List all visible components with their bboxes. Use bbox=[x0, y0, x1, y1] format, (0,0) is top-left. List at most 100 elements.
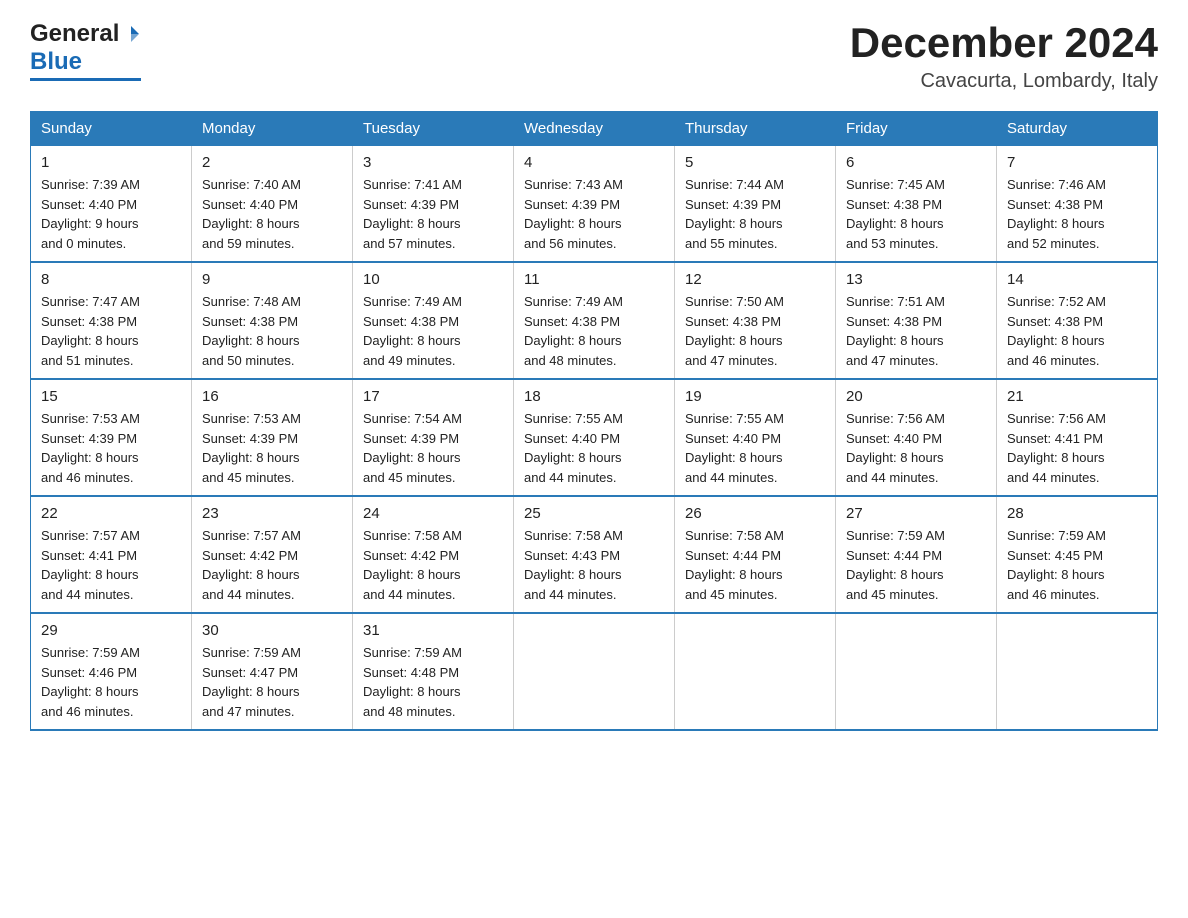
logo-wordmark: General Blue bbox=[30, 20, 141, 81]
day-number: 6 bbox=[846, 154, 986, 171]
page-header: General Blue December 2024 Cavacurta, Lo… bbox=[30, 20, 1158, 93]
day-info: Sunrise: 7:47 AMSunset: 4:38 PMDaylight:… bbox=[41, 292, 181, 370]
day-cell bbox=[675, 613, 836, 730]
calendar-header: SundayMondayTuesdayWednesdayThursdayFrid… bbox=[31, 112, 1158, 146]
day-cell: 19 Sunrise: 7:55 AMSunset: 4:40 PMDayligh… bbox=[675, 379, 836, 496]
day-cell: 22 Sunrise: 7:57 AMSunset: 4:41 PMDayligh… bbox=[31, 496, 192, 613]
header-day-sunday: Sunday bbox=[31, 112, 192, 146]
day-info: Sunrise: 7:39 AMSunset: 4:40 PMDaylight:… bbox=[41, 175, 181, 253]
day-cell: 21Sunrise: 7:56 AMSunset: 4:41 PMDayligh… bbox=[997, 379, 1158, 496]
page-subtitle: Cavacurta, Lombardy, Italy bbox=[850, 70, 1158, 93]
day-info: Sunrise: 7:40 AMSunset: 4:40 PMDaylight:… bbox=[202, 175, 342, 253]
day-info: Sunrise: 7:54 AMSunset: 4:39 PMDaylight:… bbox=[363, 409, 503, 487]
day-cell: 26Sunrise: 7:58 AMSunset: 4:44 PMDayligh… bbox=[675, 496, 836, 613]
day-number: 12 bbox=[685, 271, 825, 288]
day-cell: 16 Sunrise: 7:53 AMSunset: 4:39 PMDayligh… bbox=[192, 379, 353, 496]
day-info: Sunrise: 7:55 AMSunset: 4:40 PMDaylight:… bbox=[524, 409, 664, 487]
header-day-saturday: Saturday bbox=[997, 112, 1158, 146]
day-cell: 2 Sunrise: 7:40 AMSunset: 4:40 PMDaylight… bbox=[192, 146, 353, 263]
logo-general-word: General bbox=[30, 20, 119, 48]
day-cell: 31 Sunrise: 7:59 AMSunset: 4:48 PMDayligh… bbox=[353, 613, 514, 730]
day-number: 8 bbox=[41, 271, 181, 288]
day-number: 31 bbox=[363, 622, 503, 639]
day-info: Sunrise: 7:43 AMSunset: 4:39 PMDaylight:… bbox=[524, 175, 664, 253]
day-number: 19 bbox=[685, 388, 825, 405]
day-cell: 5Sunrise: 7:44 AMSunset: 4:39 PMDaylight… bbox=[675, 146, 836, 263]
day-cell bbox=[514, 613, 675, 730]
day-number: 11 bbox=[524, 271, 664, 288]
header-day-monday: Monday bbox=[192, 112, 353, 146]
day-info: Sunrise: 7:59 AMSunset: 4:47 PMDaylight:… bbox=[202, 643, 342, 721]
day-cell: 8 Sunrise: 7:47 AMSunset: 4:38 PMDaylight… bbox=[31, 262, 192, 379]
header-day-wednesday: Wednesday bbox=[514, 112, 675, 146]
day-cell: 14 Sunrise: 7:52 AMSunset: 4:38 PMDayligh… bbox=[997, 262, 1158, 379]
day-cell: 12 Sunrise: 7:50 AMSunset: 4:38 PMDayligh… bbox=[675, 262, 836, 379]
calendar-body: 1 Sunrise: 7:39 AMSunset: 4:40 PMDaylight… bbox=[31, 146, 1158, 731]
day-cell bbox=[836, 613, 997, 730]
day-info: Sunrise: 7:59 AMSunset: 4:48 PMDaylight:… bbox=[363, 643, 503, 721]
day-info: Sunrise: 7:49 AMSunset: 4:38 PMDaylight:… bbox=[524, 292, 664, 370]
day-cell: 4 Sunrise: 7:43 AMSunset: 4:39 PMDaylight… bbox=[514, 146, 675, 263]
header-day-friday: Friday bbox=[836, 112, 997, 146]
day-number: 15 bbox=[41, 388, 181, 405]
day-info: Sunrise: 7:44 AMSunset: 4:39 PMDaylight:… bbox=[685, 175, 825, 253]
day-number: 25 bbox=[524, 505, 664, 522]
day-number: 28 bbox=[1007, 505, 1147, 522]
header-row: SundayMondayTuesdayWednesdayThursdayFrid… bbox=[31, 112, 1158, 146]
day-number: 2 bbox=[202, 154, 342, 171]
header-day-thursday: Thursday bbox=[675, 112, 836, 146]
day-cell: 15 Sunrise: 7:53 AMSunset: 4:39 PMDayligh… bbox=[31, 379, 192, 496]
week-row-3: 15 Sunrise: 7:53 AMSunset: 4:39 PMDayligh… bbox=[31, 379, 1158, 496]
day-info: Sunrise: 7:48 AMSunset: 4:38 PMDaylight:… bbox=[202, 292, 342, 370]
day-info: Sunrise: 7:57 AMSunset: 4:42 PMDaylight:… bbox=[202, 526, 342, 604]
day-info: Sunrise: 7:53 AMSunset: 4:39 PMDaylight:… bbox=[202, 409, 342, 487]
day-info: Sunrise: 7:55 AMSunset: 4:40 PMDaylight:… bbox=[685, 409, 825, 487]
day-number: 14 bbox=[1007, 271, 1147, 288]
day-info: Sunrise: 7:58 AMSunset: 4:43 PMDaylight:… bbox=[524, 526, 664, 604]
day-info: Sunrise: 7:57 AMSunset: 4:41 PMDaylight:… bbox=[41, 526, 181, 604]
logo-bottom-line: Blue bbox=[30, 48, 141, 76]
week-row-4: 22 Sunrise: 7:57 AMSunset: 4:41 PMDayligh… bbox=[31, 496, 1158, 613]
day-info: Sunrise: 7:58 AMSunset: 4:44 PMDaylight:… bbox=[685, 526, 825, 604]
day-number: 16 bbox=[202, 388, 342, 405]
day-cell: 29Sunrise: 7:59 AMSunset: 4:46 PMDayligh… bbox=[31, 613, 192, 730]
day-cell: 27Sunrise: 7:59 AMSunset: 4:44 PMDayligh… bbox=[836, 496, 997, 613]
logo-flag-icon bbox=[121, 24, 141, 44]
day-number: 1 bbox=[41, 154, 181, 171]
day-cell: 17Sunrise: 7:54 AMSunset: 4:39 PMDayligh… bbox=[353, 379, 514, 496]
day-number: 4 bbox=[524, 154, 664, 171]
day-info: Sunrise: 7:41 AMSunset: 4:39 PMDaylight:… bbox=[363, 175, 503, 253]
day-cell: 7Sunrise: 7:46 AMSunset: 4:38 PMDaylight… bbox=[997, 146, 1158, 263]
day-info: Sunrise: 7:49 AMSunset: 4:38 PMDaylight:… bbox=[363, 292, 503, 370]
day-cell: 28 Sunrise: 7:59 AMSunset: 4:45 PMDayligh… bbox=[997, 496, 1158, 613]
day-info: Sunrise: 7:58 AMSunset: 4:42 PMDaylight:… bbox=[363, 526, 503, 604]
day-cell bbox=[997, 613, 1158, 730]
day-cell: 10 Sunrise: 7:49 AMSunset: 4:38 PMDayligh… bbox=[353, 262, 514, 379]
day-info: Sunrise: 7:59 AMSunset: 4:46 PMDaylight:… bbox=[41, 643, 181, 721]
logo-top-line: General bbox=[30, 20, 141, 48]
day-cell: 24Sunrise: 7:58 AMSunset: 4:42 PMDayligh… bbox=[353, 496, 514, 613]
logo-container: General Blue bbox=[30, 20, 141, 81]
calendar-table: SundayMondayTuesdayWednesdayThursdayFrid… bbox=[30, 111, 1158, 731]
title-block: December 2024 Cavacurta, Lombardy, Italy bbox=[850, 20, 1158, 93]
day-info: Sunrise: 7:50 AMSunset: 4:38 PMDaylight:… bbox=[685, 292, 825, 370]
day-number: 20 bbox=[846, 388, 986, 405]
day-info: Sunrise: 7:59 AMSunset: 4:45 PMDaylight:… bbox=[1007, 526, 1147, 604]
day-info: Sunrise: 7:51 AMSunset: 4:38 PMDaylight:… bbox=[846, 292, 986, 370]
week-row-2: 8 Sunrise: 7:47 AMSunset: 4:38 PMDaylight… bbox=[31, 262, 1158, 379]
day-cell: 20Sunrise: 7:56 AMSunset: 4:40 PMDayligh… bbox=[836, 379, 997, 496]
day-info: Sunrise: 7:45 AMSunset: 4:38 PMDaylight:… bbox=[846, 175, 986, 253]
day-number: 18 bbox=[524, 388, 664, 405]
day-cell: 23Sunrise: 7:57 AMSunset: 4:42 PMDayligh… bbox=[192, 496, 353, 613]
day-cell: 6 Sunrise: 7:45 AMSunset: 4:38 PMDaylight… bbox=[836, 146, 997, 263]
day-info: Sunrise: 7:52 AMSunset: 4:38 PMDaylight:… bbox=[1007, 292, 1147, 370]
day-info: Sunrise: 7:53 AMSunset: 4:39 PMDaylight:… bbox=[41, 409, 181, 487]
day-cell: 9 Sunrise: 7:48 AMSunset: 4:38 PMDaylight… bbox=[192, 262, 353, 379]
day-number: 3 bbox=[363, 154, 503, 171]
day-number: 10 bbox=[363, 271, 503, 288]
day-cell: 11 Sunrise: 7:49 AMSunset: 4:38 PMDayligh… bbox=[514, 262, 675, 379]
week-row-5: 29Sunrise: 7:59 AMSunset: 4:46 PMDayligh… bbox=[31, 613, 1158, 730]
day-number: 9 bbox=[202, 271, 342, 288]
day-number: 22 bbox=[41, 505, 181, 522]
logo-bar bbox=[30, 78, 141, 81]
